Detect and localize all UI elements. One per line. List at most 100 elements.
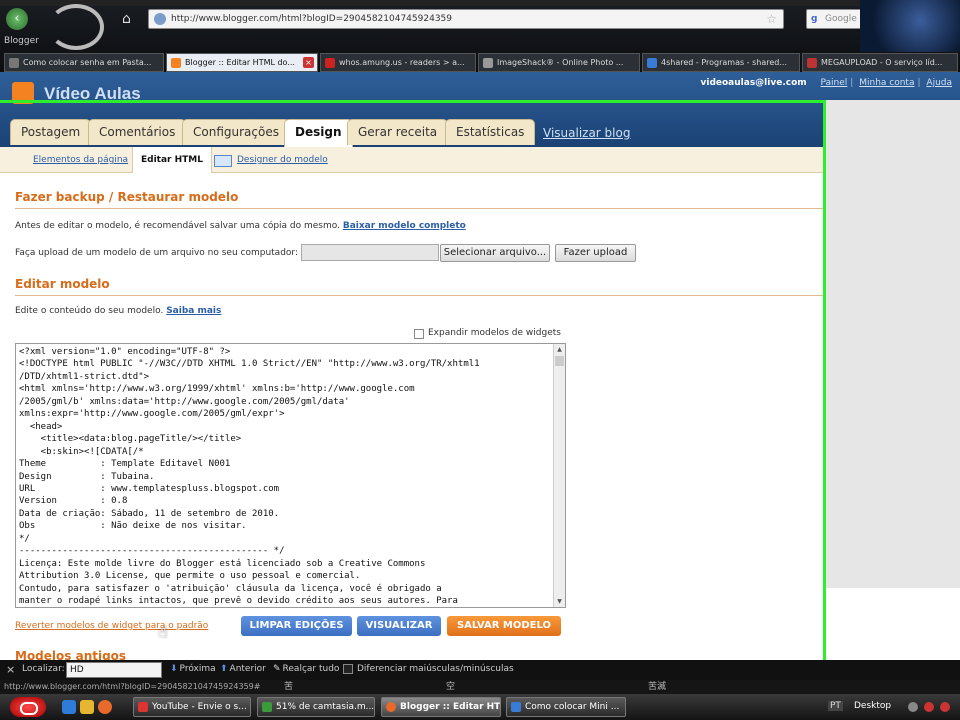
cjk-glyph: 苦 [284, 682, 294, 692]
start-button[interactable] [10, 697, 46, 717]
tab-design[interactable]: Design [284, 119, 353, 147]
blogger-page: Vídeo Aulas videoaulas@live.com Painel | … [0, 72, 960, 660]
browser-tab[interactable]: Como colocar senha em Pasta... [4, 53, 164, 72]
browser-tab-label: Blogger :: Editar HTML do... [185, 58, 295, 67]
page-icon [9, 58, 19, 68]
subtab-editar-html[interactable]: Editar HTML [132, 147, 212, 173]
link-painel[interactable]: Painel [821, 78, 848, 88]
language-indicator[interactable]: PT [828, 701, 843, 711]
taskbar-item[interactable]: 51% de camtasia.m... [257, 697, 375, 717]
camtasia-icon [262, 702, 272, 712]
browser-tab-label: ImageShack® - Online Photo ... [497, 58, 624, 67]
taskbar-item-active[interactable]: Blogger :: Editar HT... [381, 697, 501, 717]
tab-comentarios[interactable]: Comentários [88, 119, 187, 145]
youtube-icon [138, 702, 148, 712]
match-case-checkbox[interactable] [343, 664, 353, 674]
page-icon [807, 58, 817, 68]
template-code-textarea[interactable]: <?xml version="1.0" encoding="UTF-8" ?> … [15, 343, 566, 608]
ie-icon[interactable] [62, 700, 76, 714]
blogger-icon [171, 58, 181, 68]
folder-icon[interactable] [80, 700, 94, 714]
taskbar-item-label: Como colocar Mini ... [525, 702, 620, 712]
tab-configuracoes[interactable]: Configurações [182, 119, 290, 145]
address-bar[interactable]: http://www.blogger.com/html?blogID=29045… [148, 9, 784, 29]
tray-icon[interactable] [908, 702, 918, 712]
firefox-icon [386, 702, 396, 712]
select-file-button[interactable]: Selecionar arquivo... [440, 244, 550, 262]
divider [15, 295, 960, 296]
view-blog-link[interactable]: Visualizar blog [543, 126, 630, 140]
firefox-icon[interactable] [98, 700, 112, 714]
expand-widgets-checkbox[interactable] [414, 329, 424, 339]
download-template-link[interactable]: Baixar modelo completo [343, 221, 466, 231]
learn-more-link[interactable]: Saiba mais [166, 306, 221, 316]
link-ajuda[interactable]: Ajuda [926, 78, 952, 88]
browser-tab[interactable]: ImageShack® - Online Photo ... [478, 53, 640, 72]
tab-gerar-receita[interactable]: Gerar receita [347, 119, 449, 145]
template-code: <?xml version="1.0" encoding="UTF-8" ?> … [19, 347, 480, 607]
browser-tab[interactable]: 4shared - Programas - shared... [642, 53, 800, 72]
browser-tab-strip: Como colocar senha em Pasta... Blogger :… [0, 53, 960, 72]
arrow-up-icon: ⬆ [220, 664, 228, 674]
browser-tab-label: Como colocar senha em Pasta... [23, 58, 152, 67]
close-tab-icon[interactable]: × [303, 57, 314, 68]
sub-navigation: Elementos da página Editar HTML Designer… [0, 147, 960, 173]
page-icon [325, 58, 335, 68]
highlight-all-label: Realçar tudo [282, 664, 340, 674]
star-icon[interactable]: ☆ [766, 10, 777, 28]
revert-widgets-link[interactable]: Reverter modelos de widget para o padrão [15, 621, 208, 631]
file-path-field[interactable] [301, 244, 439, 261]
tab-estatisticas[interactable]: Estatísticas [445, 119, 536, 145]
tab-postagem[interactable]: Postagem [10, 119, 92, 145]
desktop-toolbar[interactable]: Desktop [854, 701, 891, 711]
code-scrollbar[interactable]: ▲ ▼ [553, 344, 565, 607]
user-area: videoaulas@live.com Painel | Minha conta |… [700, 78, 953, 88]
back-icon[interactable]: ‹ [6, 8, 28, 30]
scroll-down-icon[interactable]: ▼ [554, 596, 565, 607]
taskbar-item[interactable]: YouTube - Envie o s... [133, 697, 251, 717]
taskbar: YouTube - Envie o s... 51% de camtasia.m… [0, 694, 960, 720]
subtab-designer[interactable]: Designer do modelo [237, 147, 328, 173]
tray-icon[interactable] [940, 702, 950, 712]
edit-intro: Edite o conteúdo do seu modelo. Saiba ma… [15, 306, 221, 316]
page-gray-margin [826, 100, 960, 588]
cjk-glyph: 空 [446, 682, 456, 692]
arrow-down-icon: ⬇ [170, 664, 178, 674]
taskbar-item[interactable]: Como colocar Mini ... [506, 697, 626, 717]
browser-tab[interactable]: whos.amung.us - readers > a... [320, 53, 476, 72]
link-minha-conta[interactable]: Minha conta [859, 78, 914, 88]
page-icon [483, 58, 493, 68]
blogger-logo-icon [12, 82, 34, 104]
find-input[interactable]: HD [66, 662, 162, 678]
blogger-header: Vídeo Aulas videoaulas@live.com Painel | … [0, 72, 960, 147]
close-icon[interactable]: × [6, 663, 15, 676]
preview-button[interactable]: VISUALIZAR [357, 616, 441, 636]
browser-tab-label: 4shared - Programas - shared... [661, 58, 787, 67]
old-models-title: Modelos antigos [15, 649, 127, 660]
bookmark-blogger[interactable]: Blogger [4, 36, 39, 46]
browser-tab-active[interactable]: Blogger :: Editar HTML do... × [166, 53, 318, 72]
find-next-button[interactable]: ⬇ Próxima [170, 664, 216, 674]
browser-tab[interactable]: MEGAUPLOAD - O serviço líd... [802, 53, 958, 72]
taskbar-item-label: Blogger :: Editar HT... [400, 702, 501, 712]
upload-button[interactable]: Fazer upload [555, 244, 636, 262]
hand-cursor-icon: ☝ [158, 622, 168, 641]
subtab-elementos[interactable]: Elementos da página [33, 147, 128, 173]
find-bar: × Localizar: HD ⬇ Próxima ⬆ Anterior ✎ Real… [0, 660, 960, 680]
scroll-thumb[interactable] [555, 356, 564, 366]
find-next-label: Próxima [179, 664, 216, 674]
page-icon [647, 58, 657, 68]
backup-intro: Antes de editar o modelo, é recomendável… [15, 221, 466, 231]
browser-tab-label: MEGAUPLOAD - O serviço líd... [821, 58, 943, 67]
google-icon: g [811, 14, 818, 24]
find-previous-button[interactable]: ⬆ Anterior [220, 664, 266, 674]
expand-widgets-label: Expandir modelos de widgets [428, 328, 561, 338]
highlight-all-button[interactable]: ✎ Realçar tudo [273, 664, 339, 674]
home-icon[interactable]: ⌂ [122, 11, 131, 27]
edit-intro-text: Edite o conteúdo do seu modelo. [15, 306, 164, 316]
tray-icon[interactable] [924, 702, 934, 712]
clear-edits-button[interactable]: LIMPAR EDIÇÕES [241, 616, 352, 636]
save-template-button[interactable]: SALVAR MODELO [447, 616, 561, 636]
status-url: http://www.blogger.com/html?blogID=29045… [4, 682, 261, 691]
scroll-up-icon[interactable]: ▲ [554, 344, 565, 355]
